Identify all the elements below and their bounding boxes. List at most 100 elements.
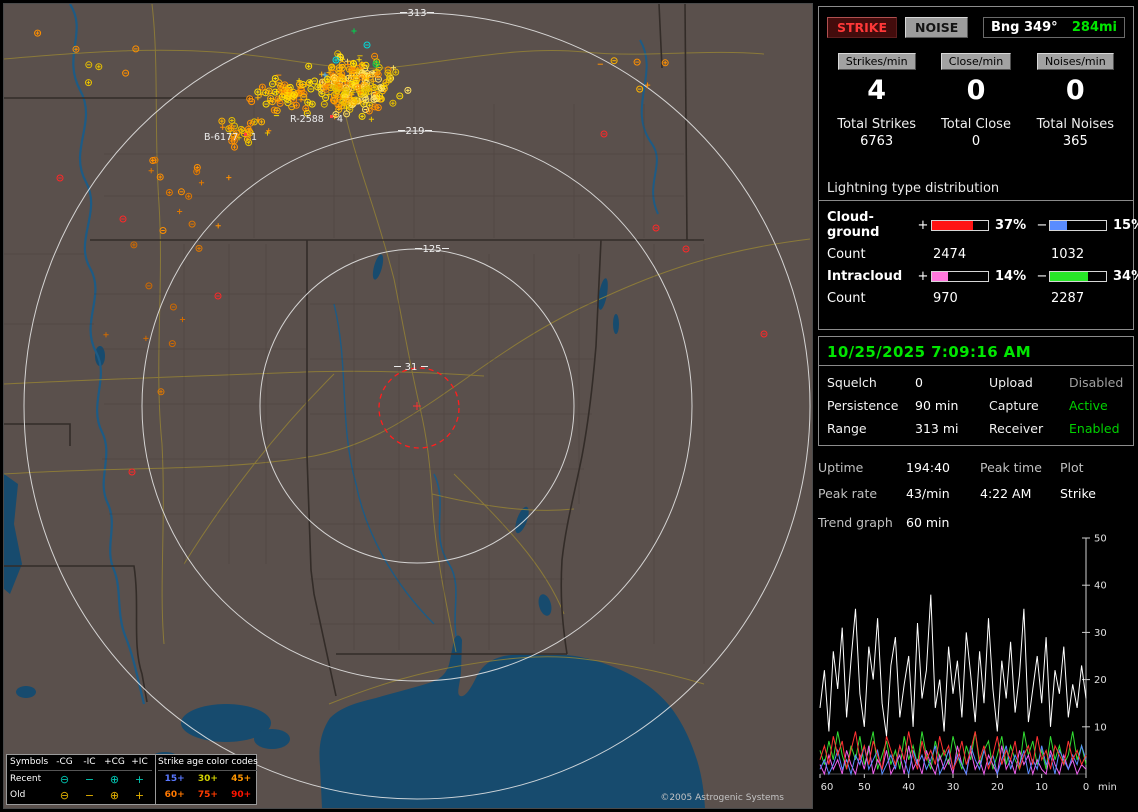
distribution-title: Lightning type distribution	[827, 181, 1000, 196]
noises-per-min-chip[interactable]: Noises/min	[1036, 53, 1114, 70]
cg-pos-bar	[931, 219, 989, 231]
separator	[819, 200, 1133, 201]
legend-age-code: 30+	[197, 773, 218, 784]
legend-symbol: ⊕	[109, 788, 120, 802]
svg-text:30: 30	[947, 782, 960, 793]
ic-pos-count: 970	[933, 291, 958, 306]
total-strikes-value: 6763	[860, 134, 894, 149]
legend-symbol: −	[84, 772, 95, 786]
svg-text:10: 10	[1094, 722, 1107, 733]
info-panel: Uptime 194:40 Peak time Plot Peak rate 4…	[818, 460, 1134, 530]
uptime-value: 194:40	[906, 460, 950, 475]
svg-text:31: 31	[405, 362, 418, 373]
noise-button[interactable]: NOISE	[905, 17, 969, 38]
ic-neg-bar	[1049, 271, 1107, 282]
total-noises-label: Total Noises	[1036, 117, 1114, 132]
svg-text:20: 20	[1094, 675, 1107, 686]
receiver-status: Enabled	[1069, 421, 1120, 436]
bearing-readout: Bng 349° 284mi	[983, 17, 1125, 38]
strikes-per-min-chip[interactable]: Strikes/min	[837, 53, 916, 70]
legend-symbol: +	[134, 772, 145, 786]
noises-per-min-value: 0	[1065, 75, 1085, 106]
ic-pos-pct: 14%	[995, 269, 1027, 284]
cg-pos-pct: 37%	[995, 217, 1027, 233]
capture-status: Active	[1069, 398, 1108, 413]
range-value: 313 mi	[915, 421, 959, 436]
legend-col-header: +IC	[131, 757, 148, 767]
legend-symbol: ⊖	[59, 788, 70, 802]
peak-rate-value: 43/min	[906, 486, 950, 501]
peak-time-value: 4:22 AM	[980, 486, 1032, 501]
upload-label: Upload	[989, 375, 1033, 390]
ic-neg-pct: 34%	[1113, 269, 1138, 284]
legend-col-header: -CG	[56, 757, 73, 767]
squelch-value: 0	[915, 375, 923, 390]
cg-pos-count: 2474	[933, 247, 967, 262]
ic-neg-count: 2287	[1051, 291, 1085, 306]
total-close-label: Total Close	[941, 117, 1011, 132]
svg-text:1: 1	[251, 132, 257, 143]
svg-text:50: 50	[1094, 534, 1107, 545]
cg-neg-count: 1032	[1051, 247, 1085, 262]
map-legend: Symbols -CG -IC +CG +IC Recent ⊖ − ⊕ + Old ⊖ − ⊕ + Str…	[6, 754, 260, 805]
bearing-distance: 284mi	[1071, 20, 1117, 35]
strikes-per-min-value: 4	[867, 75, 887, 106]
plot-value: Strike	[1060, 486, 1096, 501]
app-window: 313 219 125 31 R-2588 4 B-6177 1 Symbols -CG -IC +…	[0, 0, 1138, 812]
legend-age-code: 15+	[164, 773, 185, 784]
status-panel: 10/25/2025 7:09:16 AM Squelch 0 Upload D…	[818, 336, 1134, 446]
total-strikes-label: Total Strikes	[837, 117, 916, 132]
cg-neg-bar	[1049, 219, 1107, 231]
legend-symbol: ⊕	[109, 772, 120, 786]
trend-graph: 10 20 30 40 50 60 50 40 30 20 10 0 min	[818, 534, 1136, 810]
minus-sign: −	[1036, 217, 1048, 233]
cg-count-label: Count	[827, 247, 866, 262]
cg-neg-pct: 15%	[1113, 217, 1138, 233]
svg-text:40: 40	[902, 782, 915, 793]
minus-sign: −	[1036, 269, 1048, 284]
plus-sign: +	[917, 217, 929, 233]
legend-age-codes: Strike age color codes 15+ 30+ 45+ 60+ 75+ 90+	[156, 755, 260, 804]
close-per-min-chip[interactable]: Close/min	[940, 53, 1012, 70]
svg-text:50: 50	[858, 782, 871, 793]
legend-symbol: +	[134, 788, 145, 802]
strike-button[interactable]: STRIKE	[827, 17, 898, 38]
legend-age-code: 60+	[164, 789, 185, 800]
legend-symbol: ⊖	[59, 772, 70, 786]
legend-col-header: -IC	[83, 757, 96, 767]
svg-text:4: 4	[337, 114, 343, 125]
close-per-min-value: 0	[966, 75, 986, 106]
map-canvas: 313 219 125 31 R-2588 4 B-6177 1	[4, 4, 812, 808]
svg-text:min: min	[1098, 782, 1117, 793]
plot-label: Plot	[1060, 460, 1084, 475]
capture-label: Capture	[989, 398, 1039, 413]
ic-count-label: Count	[827, 291, 866, 306]
range-label: Range	[827, 421, 867, 436]
trend-graph-label: Trend graph	[818, 515, 893, 530]
lightning-map[interactable]: 313 219 125 31 R-2588 4 B-6177 1 Symbols -CG -IC +…	[3, 3, 813, 809]
persistence-label: Persistence	[827, 398, 899, 413]
receiver-label: Receiver	[989, 421, 1044, 436]
legend-col-header: +CG	[104, 757, 125, 767]
svg-text:20: 20	[991, 782, 1004, 793]
legend-age-title: Strike age color codes	[158, 755, 258, 771]
svg-text:0: 0	[1083, 782, 1089, 793]
legend-symbol: −	[84, 788, 95, 802]
intracloud-label: Intracloud	[827, 269, 903, 284]
legend-age-code: 45+	[231, 773, 252, 784]
legend-row-label: Recent	[10, 773, 42, 784]
stats-panel: STRIKE NOISE Bng 349° 284mi Strikes/min …	[818, 6, 1138, 330]
squelch-label: Squelch	[827, 375, 877, 390]
legend-symbols: Symbols -CG -IC +CG +IC Recent ⊖ − ⊕ + Old ⊖ − ⊕ +	[7, 755, 156, 804]
bearing-label: Bng 349°	[991, 20, 1058, 35]
legend-row-label: Old	[10, 789, 26, 800]
svg-text:10: 10	[1035, 782, 1048, 793]
svg-text:30: 30	[1094, 628, 1107, 639]
distribution-grid: Cloud-ground + 37% − 15% Count 2474 1032…	[827, 210, 1138, 306]
svg-text:219: 219	[405, 126, 424, 137]
legend-age-code: 90+	[231, 789, 252, 800]
separator	[819, 365, 1133, 366]
svg-text:R-2588: R-2588	[290, 114, 324, 125]
upload-status: Disabled	[1069, 375, 1124, 390]
total-noises-value: 365	[1062, 134, 1088, 149]
